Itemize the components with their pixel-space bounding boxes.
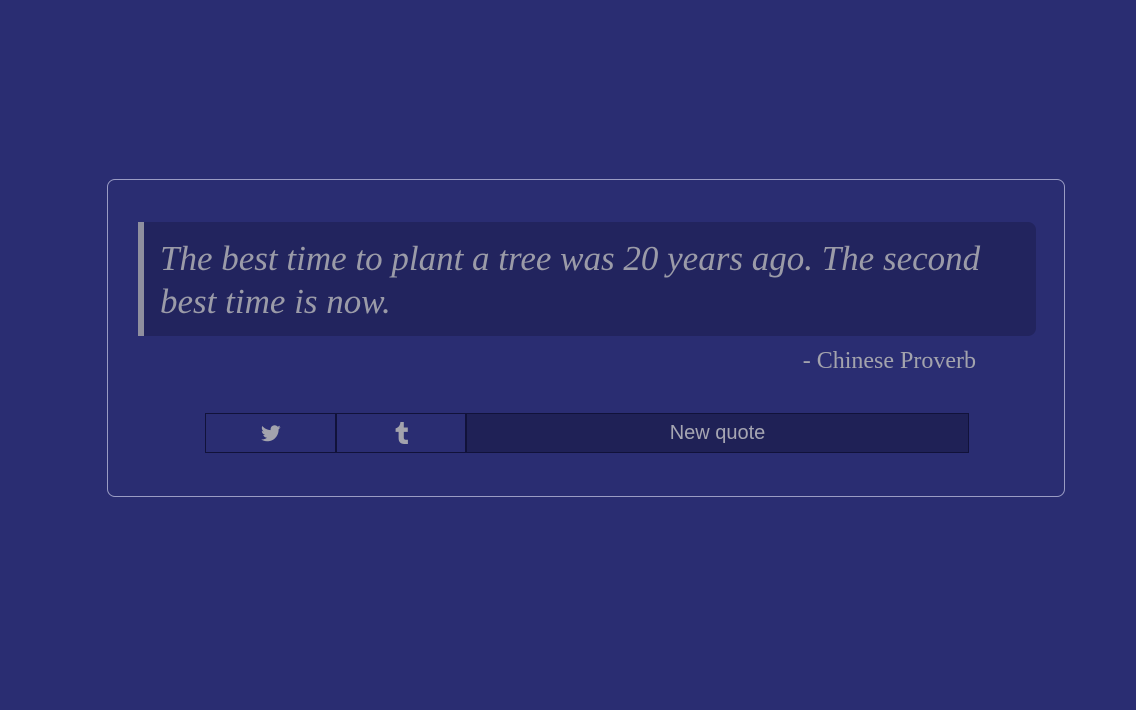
tweet-button[interactable] xyxy=(205,413,336,453)
quote-author: - Chinese Proverb xyxy=(802,348,976,374)
tumblr-button[interactable] xyxy=(336,413,466,453)
twitter-icon xyxy=(260,424,281,442)
tumblr-icon xyxy=(395,422,408,444)
quote-card: The best time to plant a tree was 20 yea… xyxy=(107,179,1065,497)
new-quote-button[interactable]: New quote xyxy=(466,413,969,453)
quote-block: The best time to plant a tree was 20 yea… xyxy=(138,222,1036,336)
quote-text: The best time to plant a tree was 20 yea… xyxy=(160,239,981,321)
